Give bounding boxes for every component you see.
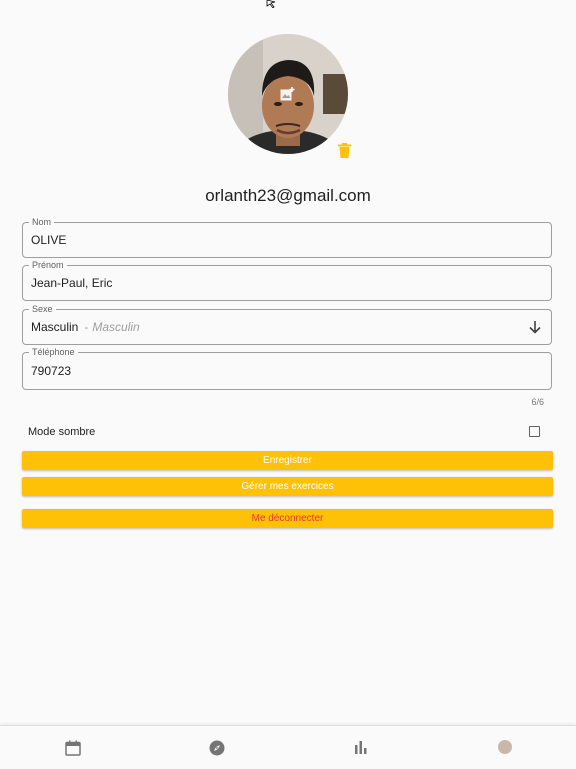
nom-label: Nom <box>29 217 55 227</box>
sexe-value: Masculin <box>31 320 79 334</box>
sexe-value-wrap: Masculin - Masculin <box>31 320 140 334</box>
arrow-down-icon[interactable] <box>528 320 542 334</box>
sexe-hint: Masculin <box>92 320 140 334</box>
nav-item-stats[interactable] <box>289 726 433 769</box>
user-email: orlanth23@gmail.com <box>205 186 371 205</box>
nav-item-explore[interactable] <box>145 726 289 769</box>
avatar <box>228 34 348 154</box>
mouse-cursor-icon <box>266 0 276 8</box>
nav-item-profile[interactable] <box>433 726 576 769</box>
prenom-field[interactable]: Prénom Jean-Paul, Eric <box>22 260 552 301</box>
save-button[interactable]: Enregistrer <box>22 451 553 470</box>
telephone-field[interactable]: Téléphone 790723 <box>22 347 552 390</box>
dark-mode-label: Mode sombre <box>28 426 96 438</box>
bar-chart-icon <box>355 741 367 754</box>
telephone-value: 790723 <box>31 364 72 378</box>
nom-field[interactable]: Nom OLIVE <box>22 217 552 258</box>
telephone-counter: 6/6 <box>531 397 544 407</box>
sexe-label: Sexe <box>29 304 56 314</box>
bottom-navigation <box>0 725 576 769</box>
add-photo-icon[interactable] <box>280 87 295 101</box>
nav-item-calendar[interactable] <box>1 726 145 769</box>
manage-exercises-button[interactable]: Gérer mes exercices <box>22 477 553 496</box>
sexe-dropdown[interactable]: Sexe Masculin - Masculin <box>22 304 552 345</box>
dark-mode-checkbox[interactable] <box>529 426 540 437</box>
prenom-label: Prénom <box>29 260 67 270</box>
delete-photo-icon[interactable] <box>338 143 351 158</box>
calendar-icon <box>65 740 81 756</box>
telephone-label: Téléphone <box>29 347 78 357</box>
sexe-separator: - <box>84 320 89 334</box>
nom-value: OLIVE <box>31 233 67 247</box>
compass-icon <box>209 740 225 756</box>
logout-button[interactable]: Me déconnecter <box>22 509 553 528</box>
profile-photo[interactable] <box>228 34 348 154</box>
profile-avatar-icon <box>498 740 512 754</box>
prenom-value: Jean-Paul, Eric <box>31 276 113 290</box>
